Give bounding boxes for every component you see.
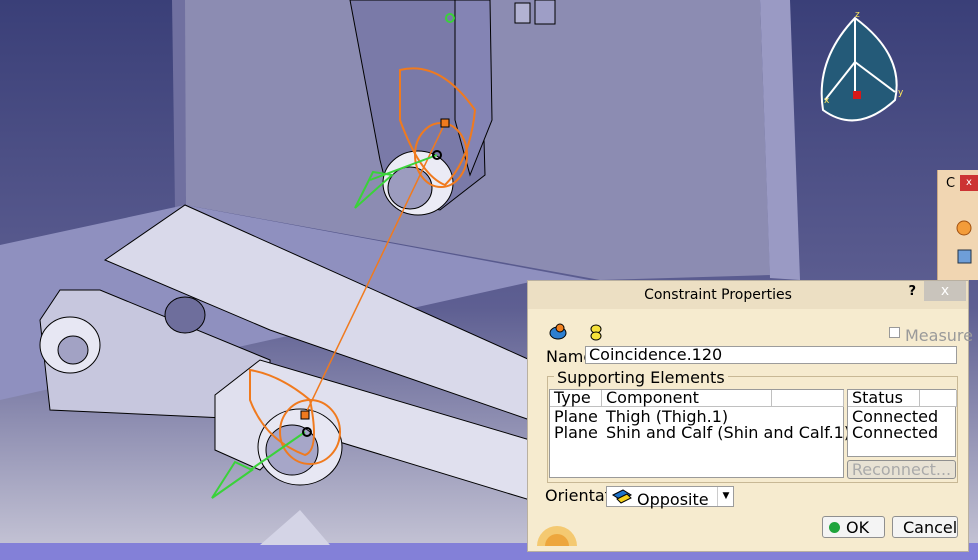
reconnect-button[interactable]: Reconnect... bbox=[847, 460, 956, 479]
ok-label: OK bbox=[846, 517, 870, 537]
supporting-elements-table[interactable]: Type Component Plane Thigh (Thigh.1) Pla… bbox=[549, 389, 850, 478]
ok-icon bbox=[829, 521, 840, 533]
constraint-icon[interactable] bbox=[547, 322, 569, 342]
dialog-titlebar[interactable]: Constraint Properties ? x bbox=[528, 281, 968, 309]
orientation-select[interactable]: Opposite ▼ bbox=[606, 486, 734, 509]
column-header-component[interactable]: Component bbox=[602, 390, 772, 407]
side-toolbar-close-button[interactable]: x bbox=[960, 175, 978, 191]
compass-z-label: z bbox=[855, 10, 860, 20]
compass-y-label: y bbox=[898, 88, 904, 98]
orientation-icon bbox=[611, 489, 633, 505]
measure-checkbox[interactable] bbox=[889, 327, 900, 338]
chevron-down-icon[interactable]: ▼ bbox=[717, 487, 734, 506]
side-toolbar: C x bbox=[937, 170, 978, 280]
status-table[interactable]: Status Connected Connected bbox=[847, 389, 957, 457]
column-header-type[interactable]: Type bbox=[550, 390, 602, 407]
name-field[interactable]: Coincidence.120 bbox=[585, 346, 957, 364]
side-toolbar-title: C bbox=[946, 176, 956, 191]
help-button[interactable]: ? bbox=[908, 284, 916, 299]
supporting-elements-title: Supporting Elements bbox=[554, 368, 728, 387]
close-button[interactable]: x bbox=[924, 281, 966, 301]
column-header-status[interactable]: Status bbox=[848, 390, 920, 407]
row-2-type[interactable]: Plane bbox=[554, 425, 598, 441]
row-2-component[interactable]: Shin and Calf (Shin and Calf.1) bbox=[606, 425, 850, 441]
compass-x-label: x bbox=[824, 96, 830, 106]
cancel-button[interactable]: Cancel bbox=[892, 516, 958, 538]
column-header-status-empty[interactable] bbox=[920, 390, 957, 407]
dialog-title: Constraint Properties bbox=[644, 287, 792, 303]
pin-icon[interactable] bbox=[588, 322, 604, 342]
row-2-status[interactable]: Connected bbox=[852, 425, 938, 441]
ok-button[interactable]: OK bbox=[822, 516, 885, 538]
sun-logo-icon bbox=[535, 520, 580, 560]
column-header-empty[interactable] bbox=[772, 390, 844, 407]
measure-label: Measure bbox=[905, 326, 973, 345]
cancel-label: Cancel bbox=[903, 517, 958, 537]
orientation-value: Opposite bbox=[637, 490, 709, 509]
toolbar-constraint-icon[interactable] bbox=[954, 218, 974, 238]
toolbar-cube-icon[interactable] bbox=[954, 246, 974, 266]
